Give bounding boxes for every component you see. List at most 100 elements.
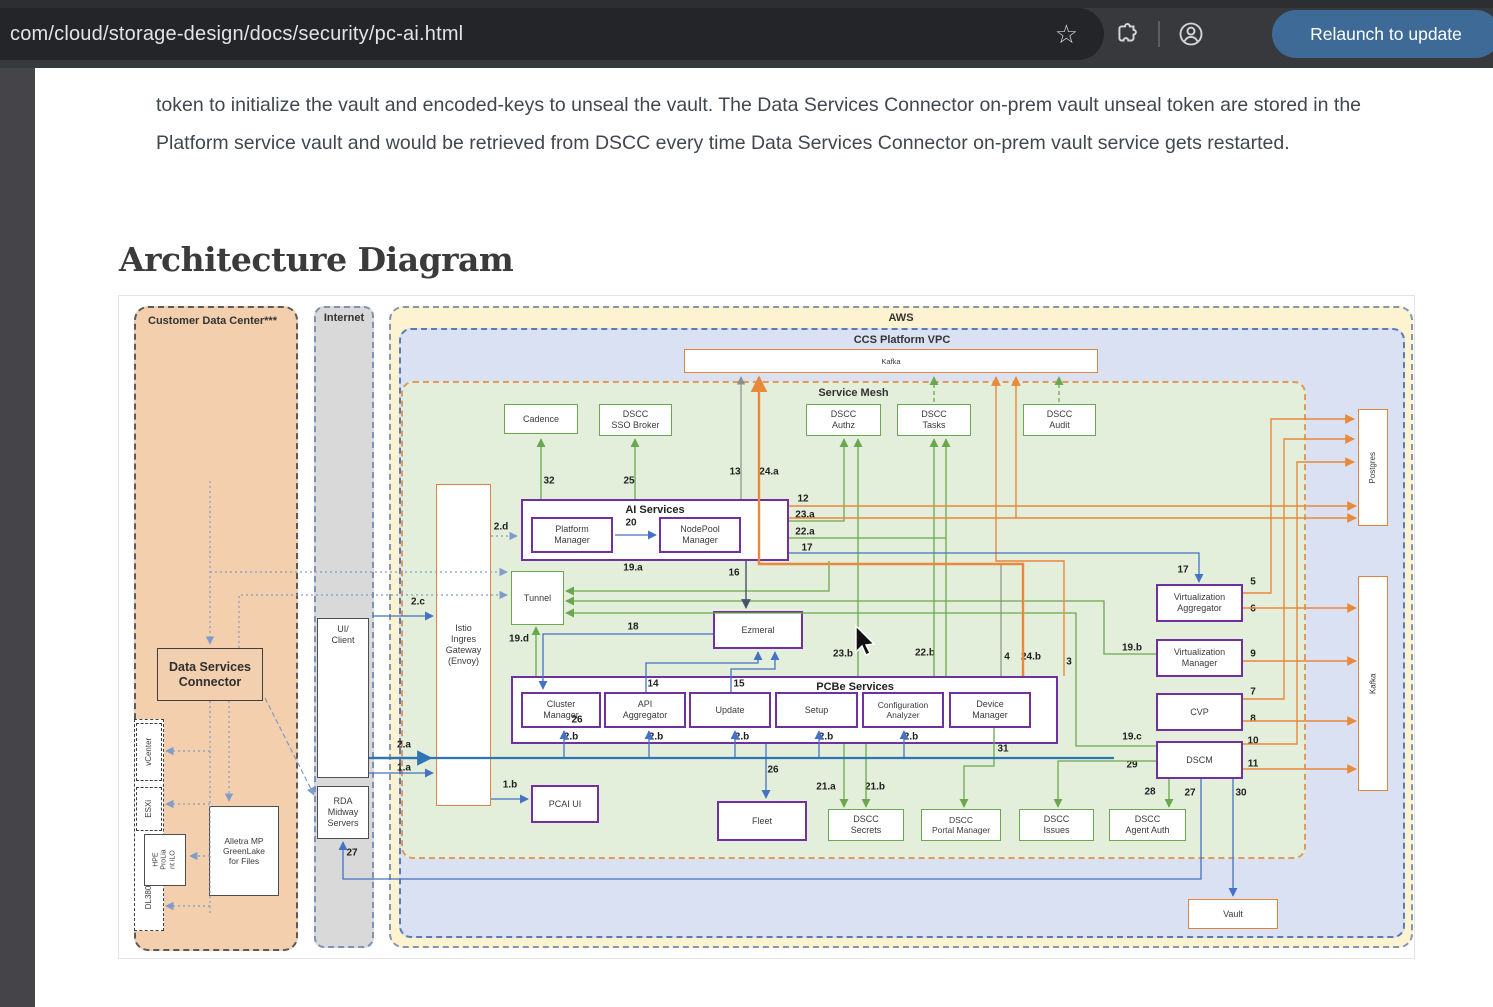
address-bar[interactable]: com/cloud/storage-design/docs/security/p… — [0, 8, 1104, 60]
extensions-puzzle-icon[interactable] — [1104, 11, 1150, 57]
internet-zone-label: Internet — [324, 312, 364, 324]
data-services-connector: Data Services Connector — [157, 648, 263, 701]
cvp: CVP — [1156, 693, 1243, 731]
postgres: Postgres — [1358, 409, 1388, 526]
api-aggregator: API Aggregator — [604, 692, 686, 728]
edge-label-24.a: 24.a — [759, 467, 778, 478]
vault: Vault — [1188, 899, 1278, 929]
edge-label-31: 31 — [997, 744, 1008, 755]
article-paragraph: token to initialize the vault and encode… — [156, 86, 1434, 162]
platform-manager: Platform Manager — [531, 517, 613, 553]
edge-label-27: 27 — [1184, 788, 1195, 799]
edge-label-11: 11 — [1248, 759, 1259, 770]
edge-label-1.a: 1.a — [397, 763, 411, 774]
dscm-label: DSCM — [1186, 755, 1213, 766]
nodepool-manager: NodePool Manager — [659, 517, 741, 553]
ccs-platform-vpc-label: CCS Platform VPC — [854, 334, 951, 346]
cluster-manager: Cluster Manager — [521, 692, 601, 728]
edge-label-8: 8 — [1250, 714, 1256, 725]
dscc-audit: DSCC Audit — [1023, 404, 1096, 436]
edge-label-27: 27 — [346, 848, 357, 859]
vcenter: vCenter — [136, 723, 162, 781]
edge-label-22.a: 22.a — [795, 527, 814, 538]
edge-label-2.c: 2.c — [411, 597, 425, 608]
edge-label-30: 30 — [1235, 788, 1246, 799]
edge-label-16: 16 — [728, 568, 739, 579]
tunnel: Tunnel — [511, 571, 564, 625]
device-manager: Device Manager — [949, 692, 1031, 728]
update: Update — [689, 692, 771, 728]
customer-data-center-label: Customer Data Center*** — [148, 315, 277, 327]
bookmark-star-icon[interactable]: ☆ — [1055, 21, 1078, 47]
setup: Setup — [775, 692, 858, 728]
vault-label: Vault — [1223, 909, 1243, 920]
url-text: com/cloud/storage-design/docs/security/p… — [0, 23, 463, 46]
postgres-label: Postgres — [1368, 452, 1378, 484]
edge-label-21.b: 21.b — [865, 782, 885, 793]
dscc-agent-auth: DSCC Agent Auth — [1109, 809, 1186, 841]
toolbar-divider — [1158, 21, 1160, 47]
fleet: Fleet — [717, 801, 807, 841]
relaunch-button[interactable]: Relaunch to update — [1272, 10, 1493, 58]
vcenter-label: vCenter — [144, 738, 154, 766]
cadence-label: Cadence — [523, 414, 559, 425]
dscc-sso-broker-label: DSCC SSO Broker — [611, 409, 659, 431]
edge-label-17: 17 — [1177, 565, 1188, 576]
dscc-issues: DSCC Issues — [1019, 809, 1094, 841]
edge-label-2.b: 2.b — [735, 732, 749, 743]
edge-label-26: 26 — [767, 765, 778, 776]
edge-label-24.b: 24.b — [1021, 652, 1041, 663]
cadence: Cadence — [504, 404, 578, 434]
esxi-label: ESXi — [144, 800, 154, 818]
edge-label-12: 12 — [797, 494, 808, 505]
edge-label-1.b: 1.b — [503, 780, 517, 791]
ezmeral: Ezmeral — [713, 611, 803, 649]
edge-label-23.b: 23.b — [833, 649, 853, 660]
kafka-top-label: Kafka — [881, 357, 900, 366]
edge-label-2.a: 2.a — [397, 740, 411, 751]
cvp-label: CVP — [1190, 707, 1209, 718]
nodepool-manager-label: NodePool Manager — [680, 524, 720, 546]
edge-label-19.b: 19.b — [1122, 643, 1142, 654]
edge-label-18: 18 — [627, 622, 638, 633]
page-title: Architecture Diagram — [119, 240, 513, 279]
toolbar-icons — [1104, 8, 1214, 60]
dscc-secrets-label: DSCC Secrets — [851, 814, 882, 836]
hpe-proliant-ilo-label: HPE ProLia nt iLO — [152, 850, 177, 870]
fleet-label: Fleet — [752, 816, 772, 827]
istio-ingres-gateway-label: Istio Ingres Gateway (Envoy) — [446, 623, 482, 666]
edge-label-2.b: 2.b — [649, 732, 663, 743]
architecture-diagram: Customer Data Center***InternetAWSCCS Pl… — [118, 295, 1415, 959]
dscc-agent-auth-label: DSCC Agent Auth — [1125, 814, 1169, 836]
platform-manager-label: Platform Manager — [554, 524, 590, 546]
kafka-right-label: Kafka — [1368, 673, 1378, 693]
edge-label-26: 26 — [571, 715, 582, 726]
edge-label-17: 17 — [801, 543, 812, 554]
edge-label-19.a: 19.a — [623, 563, 642, 574]
dscc-tasks-label: DSCC Tasks — [921, 409, 947, 431]
edge-label-10: 10 — [1247, 736, 1258, 747]
ui-client-label: UI/ Client — [331, 624, 354, 646]
edge-label-32: 32 — [543, 476, 554, 487]
dscc-authz-label: DSCC Authz — [831, 409, 857, 431]
ui-client: UI/ Client — [317, 618, 369, 778]
edge-label-22.b: 22.b — [915, 648, 935, 659]
dscc-sso-broker: DSCC SSO Broker — [599, 404, 672, 436]
hpe-proliant-ilo: HPE ProLia nt iLO — [144, 834, 186, 886]
edge-label-14: 14 — [647, 679, 658, 690]
left-gutter — [0, 68, 35, 1007]
api-aggregator-label: API Aggregator — [623, 699, 668, 721]
virtualization-manager: Virtualization Manager — [1156, 639, 1243, 677]
edge-label-29: 29 — [1126, 760, 1137, 771]
ai-services-label: AI Services — [625, 504, 684, 517]
device-manager-label: Device Manager — [972, 699, 1008, 721]
dscc-portal-manager: DSCC Portal Manager — [921, 809, 1001, 841]
edge-label-19.d: 19.d — [509, 634, 529, 645]
edge-label-2.b: 2.b — [904, 732, 918, 743]
dscc-audit-label: DSCC Audit — [1047, 409, 1073, 431]
diagram-nodes-layer: Customer Data Center***InternetAWSCCS Pl… — [119, 296, 1414, 958]
profile-icon[interactable] — [1168, 11, 1214, 57]
virtualization-aggregator: Virtualization Aggregator — [1156, 584, 1243, 622]
edge-label-21.a: 21.a — [816, 782, 835, 793]
alletra-mp: Alletra MP GreenLake for Files — [209, 806, 279, 896]
